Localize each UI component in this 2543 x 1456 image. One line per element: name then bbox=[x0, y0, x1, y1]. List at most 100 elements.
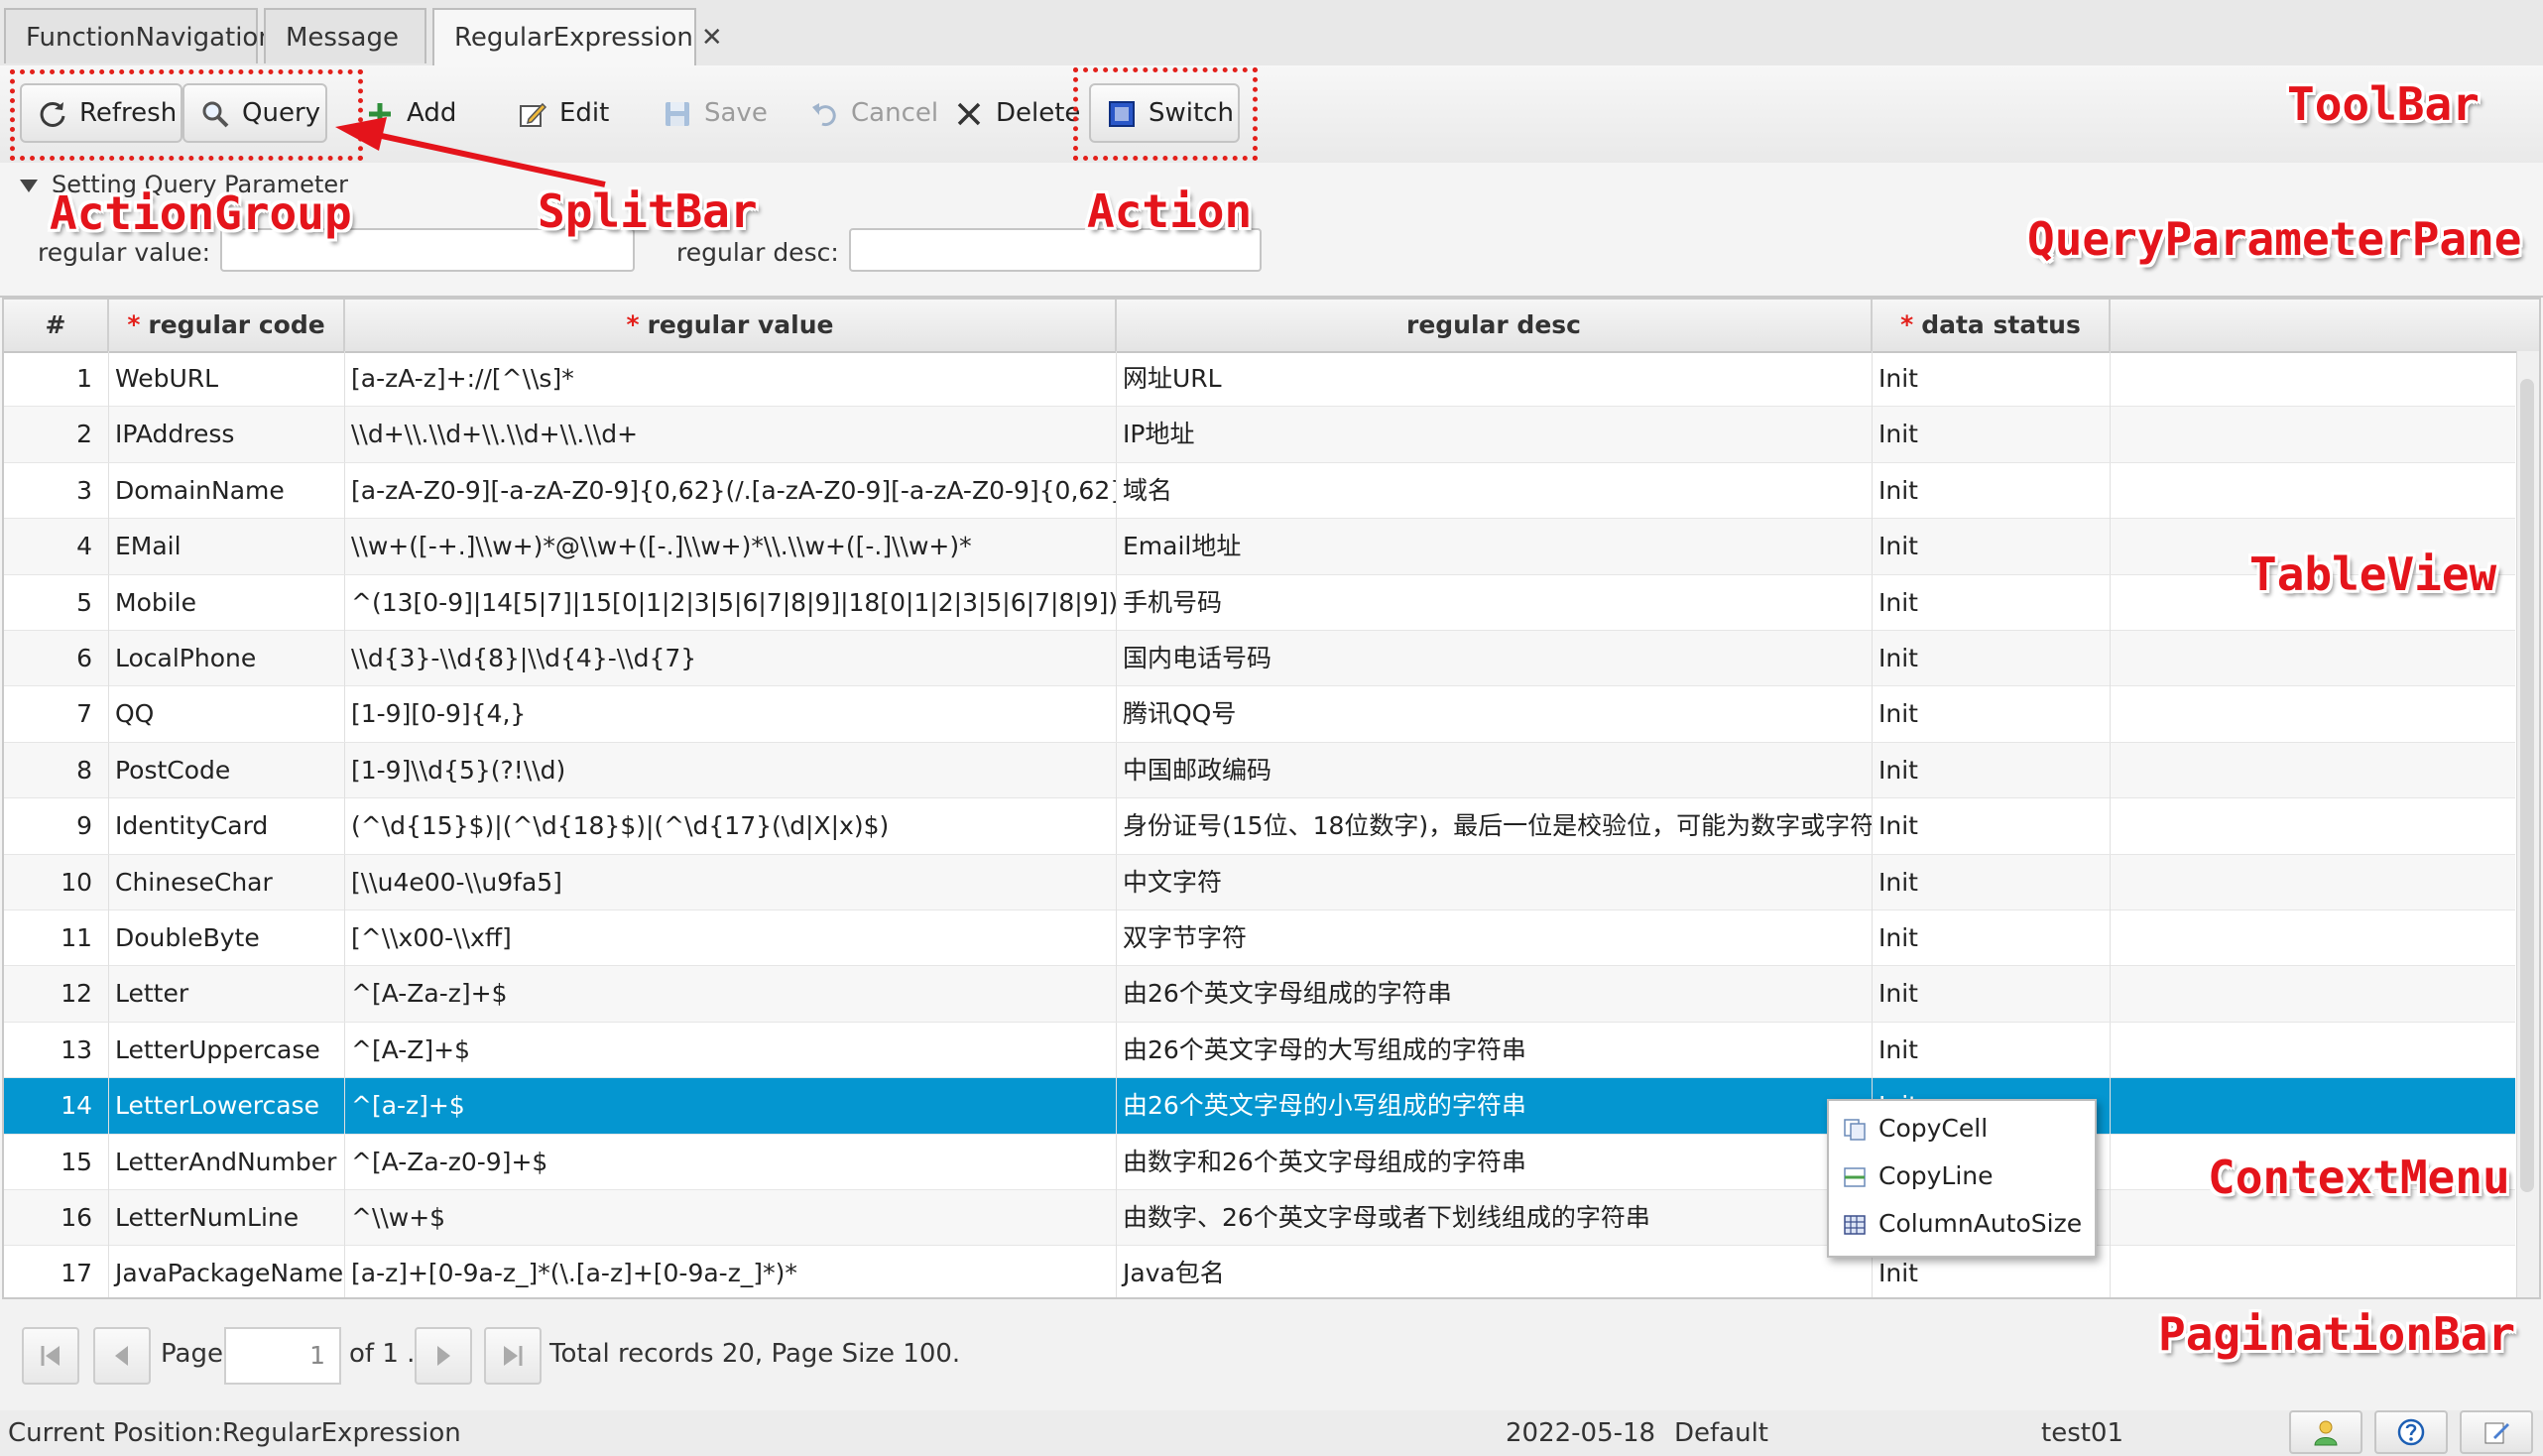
cell-data-status[interactable]: Init bbox=[1873, 1022, 2111, 1078]
cell-index[interactable]: 3 bbox=[4, 462, 109, 519]
table-row[interactable]: 6 LocalPhone \\d{3}-\\d{8}|\\d{4}-\\d{7} 国内… bbox=[4, 631, 2515, 687]
table-row[interactable]: 1 WebURL [a-zA-z]+://[^\\s]* 网址URL Init bbox=[4, 351, 2515, 408]
cell-regular-desc[interactable]: 腾讯QQ号 bbox=[1117, 686, 1873, 743]
cell-data-status[interactable]: Init bbox=[1873, 798, 2111, 855]
cell-regular-desc[interactable]: 双字节字符 bbox=[1117, 910, 1873, 966]
user-button[interactable] bbox=[2289, 1410, 2362, 1454]
tab-regular-expression[interactable]: RegularExpression ✕ bbox=[432, 8, 723, 67]
cell-regular-desc[interactable]: 由26个英文字母组成的字符串 bbox=[1117, 966, 1873, 1023]
column-header-regular-code[interactable]: * regular code bbox=[109, 300, 345, 351]
cell-regular-value[interactable]: ^(13[0-9]|14[5|7]|15[0|1|2|3|5|6|7|8|9]|… bbox=[345, 574, 1117, 631]
cell-regular-value[interactable]: ^\\w+$ bbox=[345, 1190, 1117, 1246]
cell-regular-desc[interactable]: 由数字和26个英文字母组成的字符串 bbox=[1117, 1134, 1873, 1190]
table-row[interactable]: 15 LetterAndNumber ^[A-Za-z0-9]+$ 由数字和26个英文… bbox=[4, 1134, 2515, 1190]
cell-regular-code[interactable]: PostCode bbox=[109, 742, 345, 798]
page-number-input[interactable]: 1 bbox=[224, 1327, 341, 1385]
cell-regular-code[interactable]: Letter bbox=[109, 966, 345, 1023]
cell-regular-code[interactable]: DomainName bbox=[109, 462, 345, 519]
cell-index[interactable]: 10 bbox=[4, 854, 109, 910]
cell-regular-desc[interactable]: 由26个英文字母的大写组成的字符串 bbox=[1117, 1022, 1873, 1078]
cell-index[interactable]: 4 bbox=[4, 519, 109, 575]
cell-regular-desc[interactable]: IP地址 bbox=[1117, 407, 1873, 463]
first-page-button[interactable] bbox=[22, 1327, 79, 1385]
cell-regular-desc[interactable]: Email地址 bbox=[1117, 519, 1873, 575]
cell-regular-desc[interactable]: 身份证号(15位、18位数字)，最后一位是校验位，可能为数字或字符X bbox=[1117, 798, 1873, 855]
table-row[interactable]: 12 Letter ^[A-Za-z]+$ 由26个英文字母组成的字符串 Init bbox=[4, 966, 2515, 1023]
table-row[interactable]: 13 LetterUppercase ^[A-Z]+$ 由26个英文字母的大写组成的字… bbox=[4, 1022, 2515, 1079]
table-row[interactable]: 16 LetterNumLine ^\\w+$ 由数字、26个英文字母或者下划线组成的… bbox=[4, 1190, 2515, 1247]
cell-regular-code[interactable]: QQ bbox=[109, 686, 345, 743]
column-header-data-status[interactable]: * data status bbox=[1873, 300, 2111, 351]
close-icon[interactable]: ✕ bbox=[701, 23, 723, 53]
scrollbar-thumb[interactable] bbox=[2520, 379, 2534, 1192]
cell-regular-value[interactable]: \\w+([-+.]\\w+)*@\\w+([-.]\\w+)*\\.\\w+(… bbox=[345, 519, 1117, 575]
cell-regular-value[interactable]: ^[a-z]+$ bbox=[345, 1078, 1117, 1135]
tab-message[interactable]: Message bbox=[264, 8, 426, 63]
cell-index[interactable]: 14 bbox=[4, 1078, 109, 1135]
cell-regular-desc[interactable]: 由数字、26个英文字母或者下划线组成的字符串 bbox=[1117, 1190, 1873, 1246]
cell-regular-code[interactable]: IPAddress bbox=[109, 407, 345, 463]
last-page-button[interactable] bbox=[484, 1327, 542, 1385]
cell-index[interactable]: 11 bbox=[4, 910, 109, 966]
table-row[interactable]: 8 PostCode [1-9]\\d{5}(?!\\d) 中国邮政编码 Init bbox=[4, 742, 2515, 799]
cell-data-status[interactable]: Init bbox=[1873, 574, 2111, 631]
cell-regular-value[interactable]: ^[A-Z]+$ bbox=[345, 1022, 1117, 1078]
save-button[interactable]: Save bbox=[645, 83, 770, 143]
tab-function-navigation[interactable]: FunctionNavigation bbox=[4, 8, 275, 63]
cell-data-status[interactable]: Init bbox=[1873, 686, 2111, 743]
cell-data-status[interactable]: Init bbox=[1873, 351, 2111, 407]
cell-regular-value[interactable]: [\\u4e00-\\u9fa5] bbox=[345, 854, 1117, 910]
table-row[interactable]: 9 IdentityCard (^\d{15}$)|(^\d{18}$)|(^\d{… bbox=[4, 798, 2515, 855]
cell-regular-code[interactable]: IdentityCard bbox=[109, 798, 345, 855]
cell-regular-desc[interactable]: 国内电话号码 bbox=[1117, 631, 1873, 686]
cell-data-status[interactable]: Init bbox=[1873, 966, 2111, 1023]
column-header-index[interactable]: # bbox=[4, 300, 109, 351]
settings-button[interactable] bbox=[2460, 1410, 2533, 1454]
cell-index[interactable]: 6 bbox=[4, 631, 109, 686]
table-row[interactable]: 14 LetterLowercase ^[a-z]+$ 由26个英文字母的小写组成的字… bbox=[4, 1078, 2515, 1135]
cell-regular-code[interactable]: LetterAndNumber bbox=[109, 1134, 345, 1190]
cell-data-status[interactable]: Init bbox=[1873, 742, 2111, 798]
cell-regular-value[interactable]: [a-zA-Z0-9][-a-zA-Z0-9]{0,62}(/.[a-zA-Z0… bbox=[345, 462, 1117, 519]
delete-button[interactable]: Delete bbox=[936, 83, 1080, 143]
table-row[interactable]: 5 Mobile ^(13[0-9]|14[5|7]|15[0|1|2|3|5|6|… bbox=[4, 574, 2515, 631]
cell-data-status[interactable]: Init bbox=[1873, 910, 2111, 966]
cell-data-status[interactable]: Init bbox=[1873, 462, 2111, 519]
cell-regular-code[interactable]: ChineseChar bbox=[109, 854, 345, 910]
menu-item-column-auto-size[interactable]: ColumnAutoSize bbox=[1829, 1200, 2091, 1248]
cell-regular-desc[interactable]: 中文字符 bbox=[1117, 854, 1873, 910]
cell-index[interactable]: 15 bbox=[4, 1134, 109, 1190]
cell-index[interactable]: 1 bbox=[4, 351, 109, 407]
cell-regular-value[interactable]: ^[A-Za-z]+$ bbox=[345, 966, 1117, 1023]
table-row[interactable]: 2 IPAddress \\d+\\.\\d+\\.\\d+\\.\\d+ IP地址 I… bbox=[4, 407, 2515, 463]
cell-index[interactable]: 7 bbox=[4, 686, 109, 743]
cell-regular-desc[interactable]: 中国邮政编码 bbox=[1117, 742, 1873, 798]
cell-regular-code[interactable]: WebURL bbox=[109, 351, 345, 407]
cell-data-status[interactable]: Init bbox=[1873, 631, 2111, 686]
cell-index[interactable]: 16 bbox=[4, 1190, 109, 1246]
cell-regular-code[interactable]: LetterUppercase bbox=[109, 1022, 345, 1078]
cell-index[interactable]: 8 bbox=[4, 742, 109, 798]
cell-index[interactable]: 17 bbox=[4, 1246, 109, 1297]
cell-regular-value[interactable]: [^\\x00-\\xff] bbox=[345, 910, 1117, 966]
cell-regular-value[interactable]: [1-9][0-9]{4,} bbox=[345, 686, 1117, 743]
cell-regular-desc[interactable]: 域名 bbox=[1117, 462, 1873, 519]
cancel-button[interactable]: Cancel bbox=[791, 83, 938, 143]
table-row[interactable]: 7 QQ [1-9][0-9]{4,} 腾讯QQ号 Init bbox=[4, 686, 2515, 743]
cell-data-status[interactable]: Init bbox=[1873, 407, 2111, 463]
cell-regular-code[interactable]: JavaPackageName bbox=[109, 1246, 345, 1297]
cell-index[interactable]: 12 bbox=[4, 966, 109, 1023]
cell-regular-desc[interactable]: 由26个英文字母的小写组成的字符串 bbox=[1117, 1078, 1873, 1135]
cell-index[interactable]: 13 bbox=[4, 1022, 109, 1078]
menu-item-copy-cell[interactable]: CopyCell bbox=[1829, 1105, 2091, 1153]
table-row[interactable]: 11 DoubleByte [^\\x00-\\xff] 双字节字符 Init bbox=[4, 910, 2515, 967]
vertical-scrollbar[interactable] bbox=[2516, 351, 2539, 1297]
column-header-regular-value[interactable]: * regular value bbox=[345, 300, 1117, 351]
cell-regular-code[interactable]: DoubleByte bbox=[109, 910, 345, 966]
cell-regular-value[interactable]: [a-z]+[0-9a-z_]*(\.[a-z]+[0-9a-z_]*)* bbox=[345, 1246, 1117, 1297]
table-row[interactable]: 3 DomainName [a-zA-Z0-9][-a-zA-Z0-9]{0,62}… bbox=[4, 462, 2515, 520]
menu-item-copy-line[interactable]: CopyLine bbox=[1829, 1153, 2091, 1200]
column-header-regular-desc[interactable]: regular desc bbox=[1117, 300, 1873, 351]
cell-data-status[interactable]: Init bbox=[1873, 854, 2111, 910]
next-page-button[interactable] bbox=[415, 1327, 472, 1385]
